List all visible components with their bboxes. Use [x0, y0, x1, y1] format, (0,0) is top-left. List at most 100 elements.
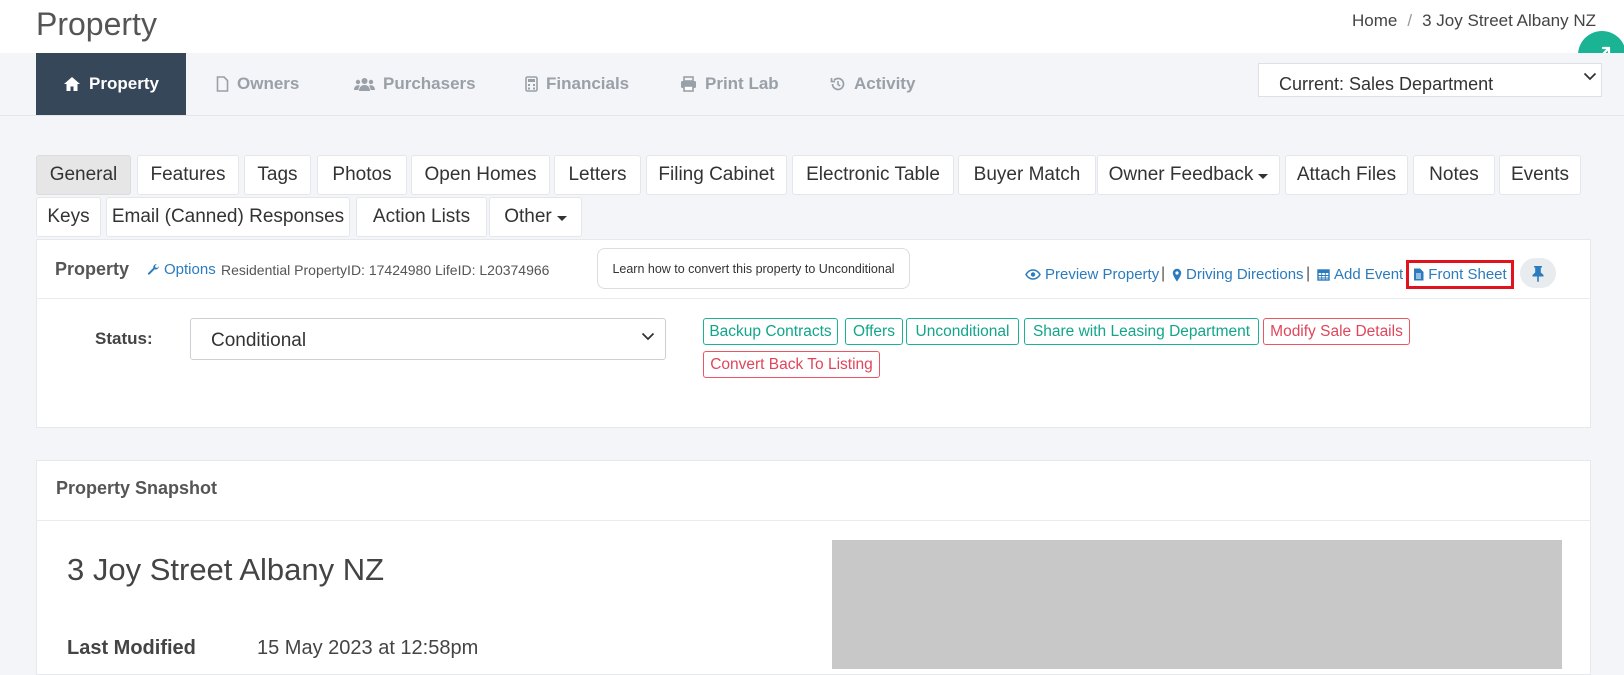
driving-directions-label: Driving Directions — [1186, 266, 1304, 283]
front-sheet-link[interactable]: Front Sheet — [1406, 260, 1514, 289]
tab-label: Owner Feedback — [1108, 164, 1254, 185]
tab-attach-files[interactable]: Attach Files — [1285, 155, 1408, 195]
last-modified-value: 15 May 2023 at 12:58pm — [257, 637, 479, 659]
module-tab-label: Financials — [546, 74, 630, 93]
pin-button[interactable] — [1520, 258, 1556, 288]
tab-owner-feedback[interactable]: Owner Feedback — [1097, 155, 1280, 195]
caret-down-icon — [556, 215, 567, 221]
offers-button[interactable]: Offers — [845, 318, 903, 345]
link-separator: | — [1306, 265, 1311, 282]
module-tab-label: Purchasers — [383, 74, 476, 93]
module-tab-purchasers[interactable]: Purchasers — [354, 53, 476, 115]
tab-notes[interactable]: Notes — [1413, 155, 1495, 195]
tab-action-lists[interactable]: Action Lists — [356, 197, 487, 237]
status-label: Status: — [95, 329, 153, 348]
panel-divider — [36, 298, 1591, 299]
tab-label: Attach Files — [1296, 164, 1397, 185]
module-tab-label: Activity — [854, 74, 916, 93]
chevron-down-icon — [641, 332, 655, 341]
property-panel-title: Property — [55, 259, 130, 279]
options-link-label: Options — [164, 261, 216, 278]
file-icon — [216, 76, 229, 92]
caret-down-icon — [1258, 173, 1269, 179]
tab-email-canned-responses[interactable]: Email (Canned) Responses — [106, 197, 350, 237]
front-sheet-link-inner: Front Sheet — [1413, 266, 1507, 283]
module-tab-label: Property — [89, 74, 159, 93]
module-tab-activity[interactable]: Activity — [830, 53, 915, 115]
modify-sale-details-button[interactable]: Modify Sale Details — [1263, 318, 1410, 345]
status-select-value: Conditional — [211, 330, 307, 351]
property-meta: Residential PropertyID: 17424980 LifeID:… — [221, 262, 550, 278]
add-event-link[interactable]: Add Event — [1317, 266, 1403, 283]
tab-label: Open Homes — [424, 164, 537, 185]
add-event-label: Add Event — [1334, 266, 1404, 283]
tab-label: Tags — [257, 164, 298, 185]
tab-label: Other — [504, 206, 552, 227]
backup-contracts-button[interactable]: Backup Contracts — [703, 318, 838, 345]
front-sheet-label: Front Sheet — [1428, 266, 1507, 283]
module-tab-financials[interactable]: Financials — [525, 53, 629, 115]
tab-label: General — [49, 164, 118, 185]
tab-tags[interactable]: Tags — [244, 155, 311, 195]
module-tab-property[interactable]: Property — [36, 53, 186, 115]
driving-directions-link[interactable]: Driving Directions — [1172, 266, 1304, 283]
thumbtack-icon — [1532, 265, 1544, 282]
wrench-icon — [147, 263, 159, 275]
learn-unconditional-button[interactable]: Learn how to convert this property to Un… — [597, 248, 910, 289]
tab-electronic-table[interactable]: Electronic Table — [792, 155, 954, 195]
module-tab-label: Owners — [237, 74, 300, 93]
snapshot-title: Property Snapshot — [56, 478, 218, 498]
tab-label: Features — [150, 164, 226, 185]
unconditional-button[interactable]: Unconditional — [906, 318, 1019, 345]
convert-back-to-listing-button[interactable]: Convert Back To Listing — [703, 351, 880, 378]
options-link[interactable]: Options — [147, 261, 216, 278]
tab-photos[interactable]: Photos — [317, 155, 407, 195]
tab-other[interactable]: Other — [489, 197, 582, 237]
calendar-icon — [1317, 269, 1330, 281]
breadcrumb: Home / 3 Joy Street Albany NZ — [1352, 11, 1596, 31]
preview-property-label: Preview Property — [1045, 266, 1160, 283]
tab-letters[interactable]: Letters — [554, 155, 641, 195]
tab-open-homes[interactable]: Open Homes — [411, 155, 550, 195]
property-photo — [832, 540, 1562, 669]
tab-label: Electronic Table — [806, 164, 940, 185]
print-icon — [681, 76, 696, 92]
file-text-icon — [1414, 268, 1424, 281]
module-tab-owners[interactable]: Owners — [216, 53, 299, 115]
tab-label: Notes — [1429, 164, 1479, 185]
tab-events[interactable]: Events — [1499, 155, 1581, 195]
tab-buyer-match[interactable]: Buyer Match — [958, 155, 1096, 195]
breadcrumb-home-link[interactable]: Home — [1352, 11, 1397, 30]
link-separator: | — [1161, 265, 1166, 282]
history-icon — [830, 77, 845, 91]
share-leasing-button[interactable]: Share with Leasing Department — [1024, 318, 1259, 345]
tab-features[interactable]: Features — [137, 155, 239, 195]
tab-label: Letters — [568, 164, 627, 185]
last-modified-label: Last Modified — [67, 637, 196, 659]
department-select[interactable]: Current: Sales Department — [1258, 63, 1602, 97]
tab-general[interactable]: General — [36, 155, 131, 195]
tab-label: Action Lists — [372, 206, 471, 227]
property-address: 3 Joy Street Albany NZ — [67, 552, 385, 587]
status-select[interactable]: Conditional — [190, 318, 666, 360]
tab-label: Photos — [332, 164, 392, 185]
breadcrumb-current: 3 Joy Street Albany NZ — [1422, 11, 1596, 30]
tab-label: Events — [1510, 164, 1570, 185]
module-tab-label: Print Lab — [705, 74, 779, 93]
department-select-value: Current: Sales Department — [1279, 74, 1494, 94]
chevron-down-icon — [1583, 72, 1597, 81]
breadcrumb-separator: / — [1407, 11, 1413, 30]
tab-label: Keys — [47, 206, 90, 227]
tab-label: Filing Cabinet — [658, 164, 775, 185]
tab-keys[interactable]: Keys — [36, 197, 101, 237]
module-tab-print-lab[interactable]: Print Lab — [680, 53, 779, 115]
tab-label: Buyer Match — [973, 164, 1081, 185]
calculator-icon — [525, 76, 538, 92]
preview-property-link[interactable]: Preview Property — [1025, 266, 1159, 283]
map-marker-icon — [1172, 268, 1182, 281]
users-icon — [354, 77, 375, 91]
snapshot-divider — [36, 520, 1591, 521]
tab-label: Email (Canned) Responses — [111, 206, 345, 227]
page-title: Property — [36, 6, 157, 42]
tab-filing-cabinet[interactable]: Filing Cabinet — [646, 155, 787, 195]
